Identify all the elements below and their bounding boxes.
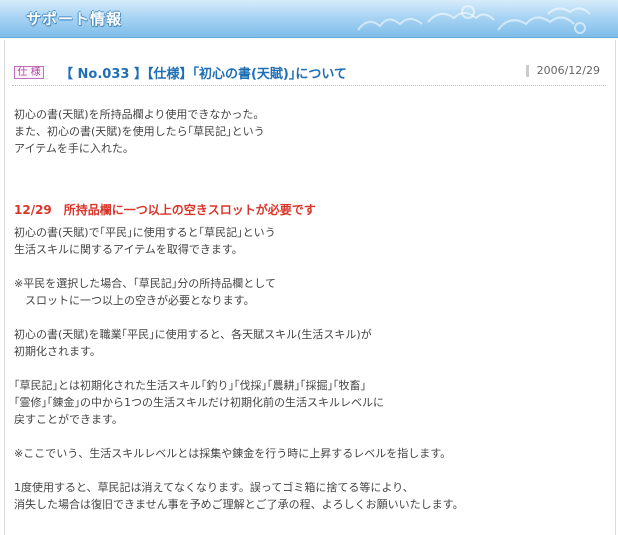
update-heading: 12/29 所持品欄に一つ以上の空きスロットが必要です <box>14 203 316 217</box>
body-line: 1度使用すると、草民記は消えてなくなります。誤ってゴミ箱に捨てる等により、 <box>14 481 414 494</box>
body-line: スロットに一つ以上の空きが必要となります。 <box>14 294 255 307</box>
body-line: 消失した場合は復旧できません事を予めご理解とご了承の程、よろしくお願いいたします… <box>14 498 464 511</box>
body-line: ※ここでいう、生活スキルレベルとは採集や錬金を行う時に上昇するレベルを指します。 <box>14 447 452 460</box>
body-line <box>14 309 604 326</box>
intro-line: アイテムを手に入れた。 <box>14 142 134 155</box>
cloud-pattern-icon <box>357 5 591 34</box>
body-line <box>14 360 604 377</box>
body-line: 初心の書(天賦)を職業｢平民｣に使用すると、各天賦スキル(生活スキル)が <box>14 328 372 341</box>
body-line <box>14 462 604 479</box>
body-line: 初期化されます。 <box>14 345 101 358</box>
article-date: 2006/12/29 <box>525 65 600 77</box>
page-title: サポート情報 <box>26 10 123 28</box>
body-line: ※平民を選択した場合、｢草民記｣分の所持品欄として <box>14 277 276 290</box>
body-line: 戻すことができます。 <box>14 413 123 426</box>
article-title: 【 No.033 】【仕様】｢初心の書(天賦)｣について <box>60 67 347 82</box>
body-line: ｢草民記｣とは初期化された生活スキル｢釣り｣｢伐採｣｢農耕｣｢採掘｣｢牧畜｣ <box>14 379 366 392</box>
intro-line: また、初心の書(天賦)を使用したら｢草民記｣という <box>14 125 265 138</box>
body-line: ｢霊修｣｢錬金｣の中から1つの生活スキルだけ初期化前の生活スキルレベルに <box>14 396 384 409</box>
support-banner: サポート情報 <box>0 0 618 38</box>
body-line: 初心の書(天賦)で｢平民｣に使用すると｢草民記｣という <box>14 226 276 239</box>
header-divider <box>12 85 606 86</box>
category-badge: 仕 様 <box>14 66 44 79</box>
body-text: 初心の書(天賦)で｢平民｣に使用すると｢草民記｣という 生活スキルに関するアイテ… <box>14 224 604 513</box>
body-line <box>14 428 604 445</box>
article-header: 仕 様 【 No.033 】【仕様】｢初心の書(天賦)｣について 2006/12… <box>12 63 606 82</box>
body-line <box>14 258 604 275</box>
body-line: 生活スキルに関するアイテムを取得できます。 <box>14 243 243 256</box>
intro-line: 初心の書(天賦)を所持品欄より使用できなかった。 <box>14 108 265 121</box>
intro-text: 初心の書(天賦)を所持品欄より使用できなかった。 また、初心の書(天賦)を使用し… <box>14 106 604 157</box>
